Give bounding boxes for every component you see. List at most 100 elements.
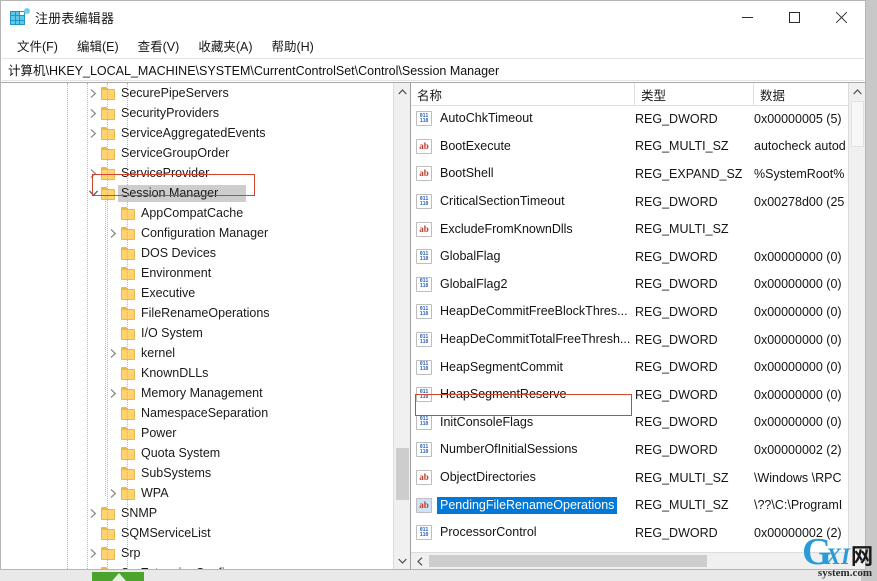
tree-node-i-o-system[interactable]: I/O System — [1, 323, 393, 343]
tree-node-filerenameoperations[interactable]: FileRenameOperations — [1, 303, 393, 323]
value-row[interactable]: 011 110 AutoChkTimeout REG_DWORD 0x00000005 … — [411, 105, 848, 133]
tree-node-securityproviders[interactable]: SecurityProviders — [1, 103, 393, 123]
tree-node-session-manager[interactable]: Session Manager — [1, 183, 393, 203]
tree-node-serviceprovider[interactable]: ServiceProvider — [1, 163, 393, 183]
tree-scroll-up-icon[interactable] — [394, 83, 410, 100]
tree-node-namespaceseparation[interactable]: NamespaceSeparation — [1, 403, 393, 423]
tree-node-label: ServiceAggregatedEvents — [121, 126, 266, 140]
tree-node-configuration-manager[interactable]: Configuration Manager — [1, 223, 393, 243]
dword-value-icon: 011 110 — [416, 442, 432, 458]
value-row[interactable]: 011 110 HeapDeCommitTotalFreeThresh... REG_… — [411, 326, 848, 354]
value-row[interactable]: 011 110 HeapSegmentReserve REG_DWORD 0x00000… — [411, 381, 848, 409]
tree-node-appcompatcache[interactable]: AppCompatCache — [1, 203, 393, 223]
value-name-cell: ab PendingFileRenameOperations — [411, 496, 635, 514]
list-scroll-thumb[interactable] — [851, 101, 864, 147]
list-scroll-up-icon[interactable] — [849, 83, 865, 100]
tree-node-wpa[interactable]: WPA — [1, 483, 393, 503]
address-bar[interactable]: 计算机\HKEY_LOCAL_MACHINE\SYSTEM\CurrentCon… — [2, 58, 864, 81]
tree-node-serviceaggregatedevents[interactable]: ServiceAggregatedEvents — [1, 123, 393, 143]
tree-node-label: ServiceProvider — [121, 166, 210, 180]
tree-node-memory-management[interactable]: Memory Management — [1, 383, 393, 403]
value-row[interactable]: ab BootShell REG_EXPAND_SZ %SystemRoot% — [411, 160, 848, 188]
value-name-cell: 011 110 HeapSegmentReserve — [411, 386, 635, 403]
tree-node-snmp[interactable]: SNMP — [1, 503, 393, 523]
folder-icon — [121, 266, 136, 280]
maximize-icon — [789, 12, 800, 23]
value-row[interactable]: ab ExcludeFromKnownDlls REG_MULTI_SZ — [411, 215, 848, 243]
tree-node-dos-devices[interactable]: DOS Devices — [1, 243, 393, 263]
value-name-label: HeapSegmentReserve — [440, 387, 567, 402]
tree-node-subsystems[interactable]: SubSystems — [1, 463, 393, 483]
close-button[interactable] — [818, 1, 865, 34]
tree-node-kernel[interactable]: kernel — [1, 343, 393, 363]
value-data-cell: 0x00000000 (0) — [754, 249, 842, 264]
tree-scroll-thumb[interactable] — [396, 448, 409, 500]
folder-icon — [101, 506, 116, 520]
tree-node-srp[interactable]: Srp — [1, 543, 393, 563]
registry-tree[interactable]: SecurePipeServers SecurityProviders Servic… — [1, 83, 393, 569]
value-row[interactable]: 011 110 InitConsoleFlags REG_DWORD 0x0000000… — [411, 409, 848, 437]
value-row[interactable]: 011 110 ProcessorControl REG_DWORD 0x0000000… — [411, 519, 848, 547]
value-row[interactable]: 011 110 NumberOfInitialSessions REG_DWORD 0x… — [411, 436, 848, 464]
values-list[interactable]: 011 110 AutoChkTimeout REG_DWORD 0x00000005 … — [411, 105, 848, 552]
value-name-label: ProcessorControl — [440, 525, 537, 540]
tree-node-quota-system[interactable]: Quota System — [1, 443, 393, 463]
tree-node-label: kernel — [141, 346, 176, 360]
tree-vertical-scrollbar[interactable] — [393, 83, 410, 569]
value-row[interactable]: 011 110 CriticalSectionTimeout REG_DWORD 0x0… — [411, 188, 848, 216]
list-scroll-left-icon[interactable] — [411, 553, 428, 569]
dword-value-icon: 011 110 — [416, 111, 432, 127]
menu-favorites[interactable]: 收藏夹(A) — [189, 34, 261, 58]
column-header-type[interactable]: 类型 — [635, 83, 754, 105]
tree-node-srpextensionconfig[interactable]: SrpExtensionConfig — [1, 563, 393, 569]
tree-node-label: WPA — [141, 486, 169, 500]
value-row[interactable]: ab BootExecute REG_MULTI_SZ autocheck autod — [411, 133, 848, 161]
value-row[interactable]: 011 110 GlobalFlag2 REG_DWORD 0x00000000 (0) — [411, 271, 848, 299]
value-name-cell: ab BootExecute — [411, 138, 635, 155]
value-row[interactable]: 011 110 GlobalFlag REG_DWORD 0x00000000 (0) — [411, 243, 848, 271]
dword-value-icon: 011 110 — [416, 332, 432, 348]
menu-help[interactable]: 帮助(H) — [262, 34, 322, 58]
folder-icon — [101, 546, 116, 560]
value-row[interactable]: ab PendingFileRenameOperations REG_MULTI_S… — [411, 491, 848, 519]
screen: 注册表编辑器 文件(F) 编辑(E) 查看(V) 收藏夹(A) 帮助(H) 计算… — [0, 0, 877, 581]
maximize-button[interactable] — [771, 1, 818, 34]
menu-edit[interactable]: 编辑(E) — [68, 34, 128, 58]
value-row[interactable]: 011 110 HeapSegmentCommit REG_DWORD 0x000000… — [411, 353, 848, 381]
tree-scroll-down-icon[interactable] — [394, 552, 410, 569]
content-area: SecurePipeServers SecurityProviders Servic… — [1, 82, 865, 569]
window-controls — [724, 1, 865, 34]
folder-icon — [101, 186, 116, 200]
tree-node-power[interactable]: Power — [1, 423, 393, 443]
tree-node-environment[interactable]: Environment — [1, 263, 393, 283]
folder-icon — [101, 126, 116, 140]
value-type-cell: REG_MULTI_SZ — [635, 498, 729, 513]
tree-node-knowndlls[interactable]: KnownDLLs — [1, 363, 393, 383]
value-name-cell: 011 110 InitConsoleFlags — [411, 414, 635, 431]
value-data-cell: 0x00000000 (0) — [754, 387, 842, 402]
folder-icon — [121, 446, 136, 460]
tree-node-label: Quota System — [141, 446, 221, 460]
folder-icon — [101, 106, 116, 120]
list-vertical-scrollbar[interactable] — [848, 83, 865, 569]
value-type-cell: REG_DWORD — [635, 194, 718, 209]
folder-icon — [101, 86, 116, 100]
tree-node-executive[interactable]: Executive — [1, 283, 393, 303]
menu-view[interactable]: 查看(V) — [129, 34, 189, 58]
value-type-cell: REG_DWORD — [635, 332, 718, 347]
value-row[interactable]: 011 110 HeapDeCommitFreeBlockThres... REG_D… — [411, 298, 848, 326]
dword-value-icon: 011 110 — [416, 304, 432, 320]
list-horizontal-scrollbar[interactable] — [411, 552, 848, 569]
tree-node-securepipeservers[interactable]: SecurePipeServers — [1, 83, 393, 103]
minimize-button[interactable] — [724, 1, 771, 34]
registry-tree-pane: SecurePipeServers SecurityProviders Servic… — [1, 83, 411, 569]
tree-node-label: AppCompatCache — [141, 206, 244, 220]
tree-node-servicegrouporder[interactable]: ServiceGroupOrder — [1, 143, 393, 163]
column-header-name[interactable]: 名称 — [411, 83, 635, 105]
folder-icon — [121, 466, 136, 480]
menu-file[interactable]: 文件(F) — [8, 34, 67, 58]
value-row[interactable]: ab ObjectDirectories REG_MULTI_SZ \Windows … — [411, 464, 848, 492]
tree-node-sqmservicelist[interactable]: SQMServiceList — [1, 523, 393, 543]
value-type-cell: REG_MULTI_SZ — [635, 222, 729, 237]
list-hscroll-thumb[interactable] — [429, 555, 707, 567]
